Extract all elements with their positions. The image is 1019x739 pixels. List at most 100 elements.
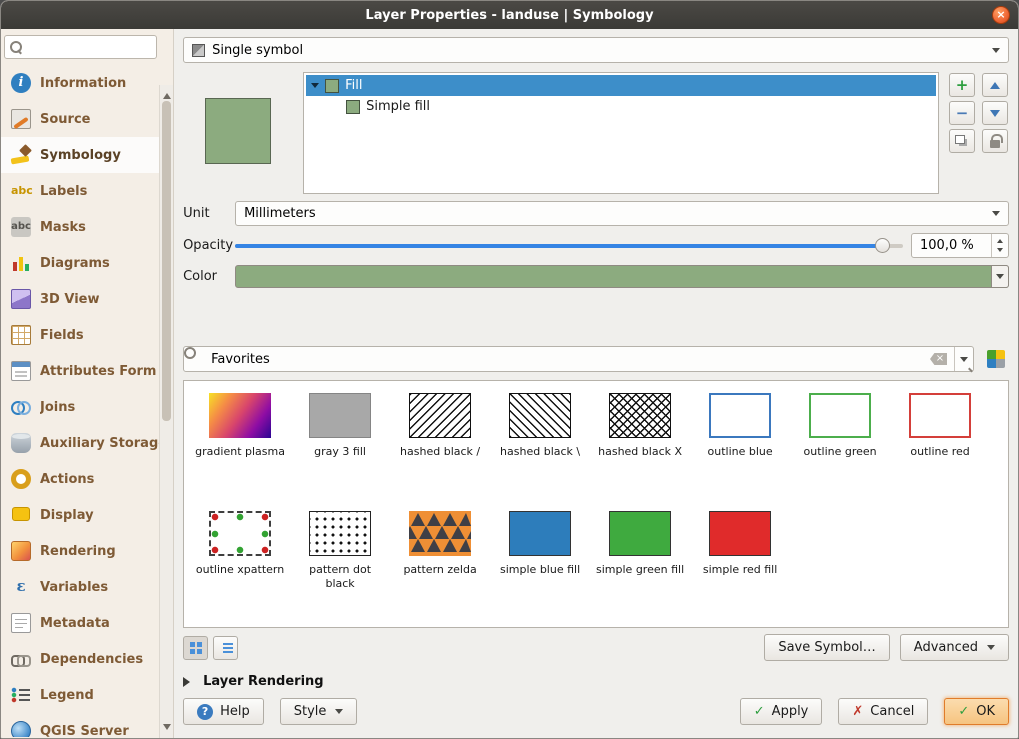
move-down-button[interactable]: [982, 101, 1008, 125]
scrollbar-thumb[interactable]: [162, 101, 171, 421]
expand-icon[interactable]: [311, 83, 319, 92]
symbol-tile-simple-green-fill[interactable]: simple green fill: [590, 507, 690, 625]
add-symbol-layer-button[interactable]: +: [949, 73, 975, 97]
symbol-tile-outline-green[interactable]: outline green: [790, 389, 890, 507]
advanced-button[interactable]: Advanced: [900, 634, 1009, 661]
close-button[interactable]: ×: [992, 6, 1010, 24]
symbol-tile-hashed-black-fwd[interactable]: hashed black /: [390, 389, 490, 507]
sidebar-item-source[interactable]: Source: [1, 101, 173, 137]
sidebar-scrollbar[interactable]: [159, 85, 173, 738]
sidebar-item-dependencies[interactable]: Dependencies: [1, 641, 173, 677]
symbol-tile-gradient-plasma[interactable]: gradient plasma: [190, 389, 290, 507]
remove-symbol-layer-button[interactable]: −: [949, 101, 975, 125]
symbol-label: simple red fill: [703, 563, 777, 577]
save-symbol-button[interactable]: Save Symbol…: [764, 634, 889, 661]
source-icon: [11, 109, 31, 129]
sidebar-item-3d-view[interactable]: 3D View: [1, 281, 173, 317]
style-button[interactable]: Style: [280, 698, 358, 725]
symbol-tile-outline-blue[interactable]: outline blue: [690, 389, 790, 507]
symbol-tile-pattern-dot-black[interactable]: pattern dot black: [290, 507, 390, 625]
sidebar-item-legend[interactable]: Legend: [1, 677, 173, 713]
sidebar-item-qgis-server[interactable]: QGIS Server: [1, 713, 173, 737]
sidebar-item-labels[interactable]: Labels: [1, 173, 173, 209]
search-dropdown-button[interactable]: [954, 347, 973, 371]
help-button[interactable]: ?Help: [183, 698, 264, 725]
symbol-tile-simple-blue-fill[interactable]: simple blue fill: [490, 507, 590, 625]
simple-fill-swatch: [346, 100, 360, 114]
symbol-tile-outline-xpattern[interactable]: outline xpattern: [190, 507, 290, 625]
symbol-label: gradient plasma: [195, 445, 285, 459]
scroll-down-icon[interactable]: [163, 724, 171, 734]
sidebar-item-fields[interactable]: Fields: [1, 317, 173, 353]
sidebar-item-variables[interactable]: Variables: [1, 569, 173, 605]
form-icon: [11, 361, 31, 381]
style-manager-button[interactable]: [983, 346, 1009, 372]
dialog-buttons: ?Help Style ✓ Apply ✗Cancel ✓OK: [183, 698, 1009, 725]
symbol-label: hashed black X: [598, 445, 682, 459]
unit-label: Unit: [183, 206, 235, 221]
symbol-search-value: Favorites: [211, 352, 270, 367]
single-symbol-icon: [192, 44, 205, 57]
sidebar-item-rendering[interactable]: Rendering: [1, 533, 173, 569]
duplicate-symbol-layer-button[interactable]: [949, 129, 975, 153]
sidebar-item-joins[interactable]: Joins: [1, 389, 173, 425]
check-icon: ✓: [754, 704, 765, 719]
sidebar-search-input[interactable]: [4, 35, 157, 59]
labels-icon: [11, 181, 31, 201]
renderer-select[interactable]: Single symbol: [183, 37, 1009, 63]
color-button[interactable]: [235, 265, 1009, 288]
sidebar-item-attributes-form[interactable]: Attributes Form: [1, 353, 173, 389]
symbol-swatch: [409, 393, 471, 438]
slider-handle[interactable]: [875, 238, 890, 253]
sidebar-item-metadata[interactable]: Metadata: [1, 605, 173, 641]
symbol-tile-pattern-zelda[interactable]: pattern zelda: [390, 507, 490, 625]
database-icon: [11, 433, 31, 453]
x-icon: ✗: [852, 704, 863, 719]
sidebar-item-label: Joins: [40, 400, 75, 415]
globe-icon: [11, 721, 31, 737]
sidebar-item-label: 3D View: [40, 292, 99, 307]
sidebar-item-masks[interactable]: Masks: [1, 209, 173, 245]
cancel-button[interactable]: ✗Cancel: [838, 698, 928, 725]
layer-rendering-toggle[interactable]: Layer Rendering: [183, 674, 1009, 689]
opacity-slider[interactable]: [235, 233, 903, 258]
ok-button[interactable]: ✓OK: [944, 698, 1009, 725]
sidebar-item-display[interactable]: Display: [1, 497, 173, 533]
symbol-search-combo[interactable]: Favorites: [183, 346, 974, 372]
opacity-spinbox[interactable]: 100,0 %: [911, 233, 1009, 258]
sidebar-item-auxiliary-storage[interactable]: Auxiliary Storage: [1, 425, 173, 461]
titlebar[interactable]: Layer Properties - landuse | Symbology ×: [1, 1, 1018, 29]
symbol-label: outline red: [910, 445, 969, 459]
tree-item-fill[interactable]: Fill: [306, 75, 936, 96]
clear-search-icon[interactable]: [930, 353, 947, 365]
spin-up-icon[interactable]: [997, 236, 1003, 243]
symbol-tile-simple-red-fill[interactable]: simple red fill: [690, 507, 790, 625]
search-icon: [191, 353, 203, 365]
tree-item-simple-fill[interactable]: Simple fill: [306, 96, 936, 117]
spin-down-icon[interactable]: [997, 248, 1003, 255]
sidebar-item-diagrams[interactable]: Diagrams: [1, 245, 173, 281]
style-manager-icon: [987, 350, 1005, 368]
spin-buttons[interactable]: [991, 234, 1008, 257]
sidebar-item-information[interactable]: Information: [1, 65, 173, 101]
symbol-label: pattern dot black: [293, 563, 387, 592]
collapsed-arrow-icon: [183, 677, 195, 687]
sidebar-item-actions[interactable]: Actions: [1, 461, 173, 497]
list-view-button[interactable]: [213, 636, 238, 660]
apply-button[interactable]: ✓ Apply: [740, 698, 823, 725]
tree-item-label: Fill: [345, 78, 362, 93]
unit-select[interactable]: Millimeters: [235, 201, 1009, 226]
lock-colors-button[interactable]: [982, 129, 1008, 153]
color-dropdown-button[interactable]: [991, 265, 1009, 288]
symbol-label: pattern zelda: [403, 563, 476, 577]
symbol-tile-outline-red[interactable]: outline red: [890, 389, 990, 507]
icon-view-button[interactable]: [183, 636, 208, 660]
apply-label: Apply: [772, 704, 809, 719]
sidebar-item-label: Dependencies: [40, 652, 143, 667]
symbol-tile-hashed-black-x[interactable]: hashed black X: [590, 389, 690, 507]
symbol-tile-gray-3-fill[interactable]: gray 3 fill: [290, 389, 390, 507]
symbol-tile-hashed-black-back[interactable]: hashed black \: [490, 389, 590, 507]
scroll-up-icon[interactable]: [163, 89, 171, 99]
move-up-button[interactable]: [982, 73, 1008, 97]
sidebar-item-symbology[interactable]: Symbology: [1, 137, 173, 173]
